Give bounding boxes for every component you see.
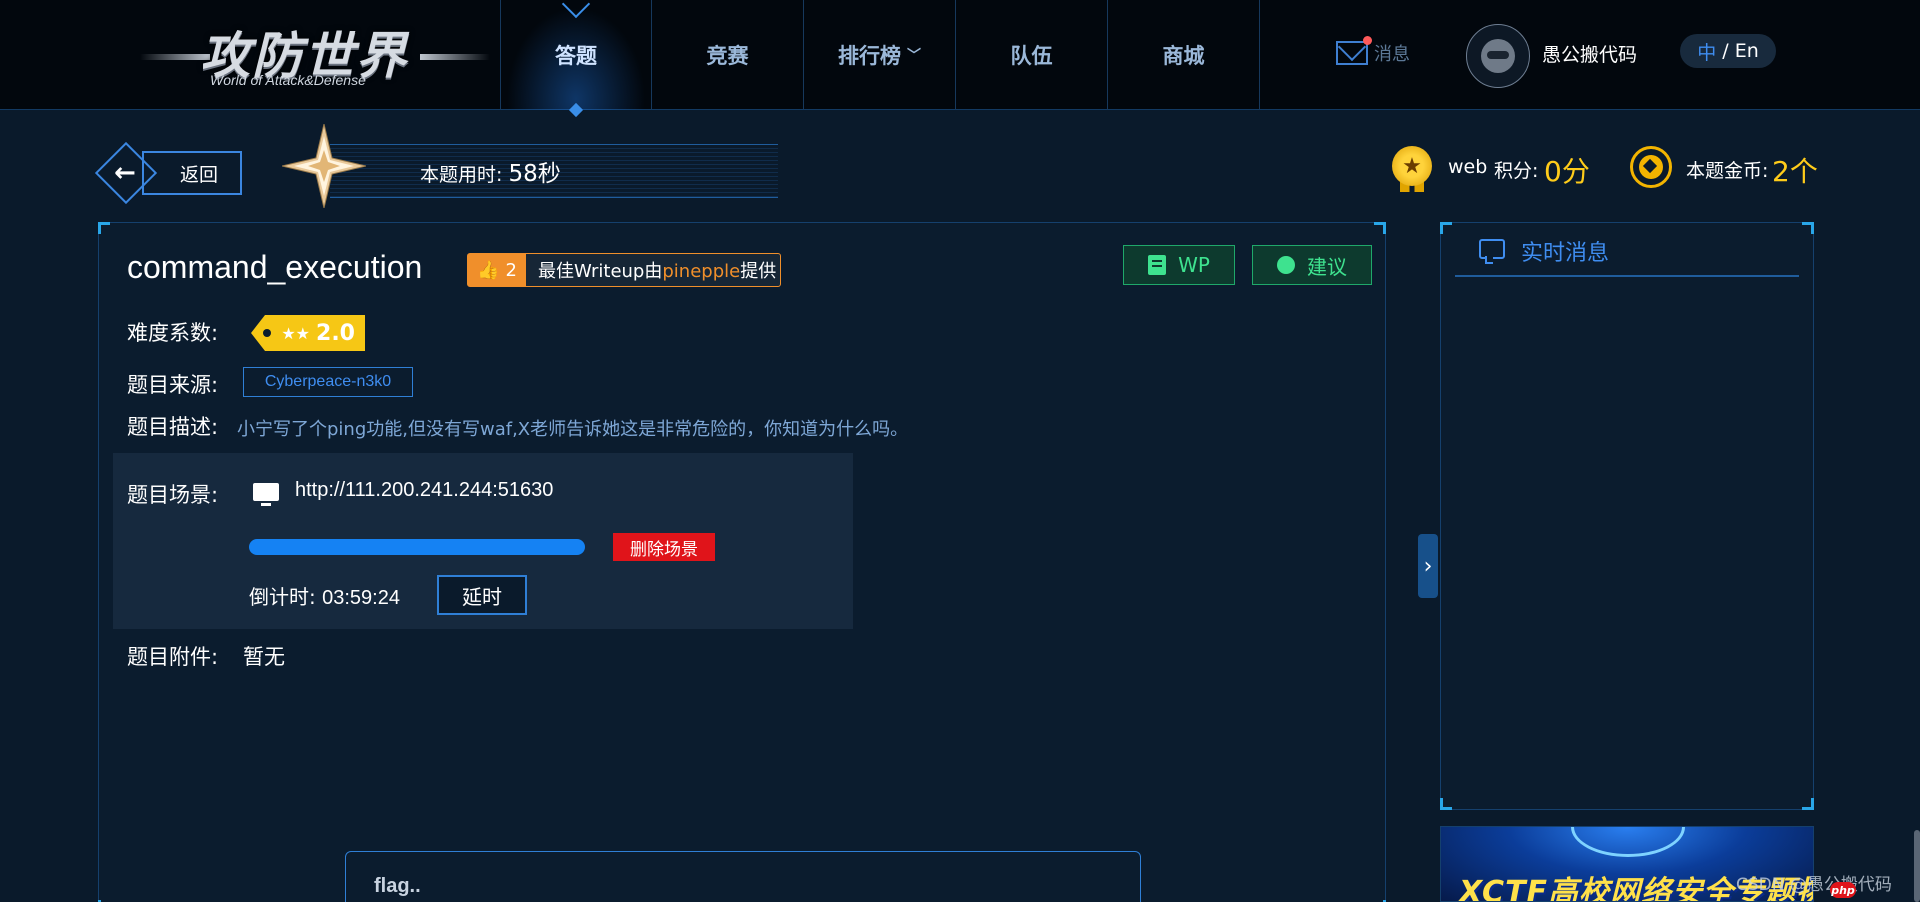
nav-item-shop[interactable]: 商城	[1108, 0, 1260, 110]
scene-box: 题目场景: http://111.200.241.244:51630 删除场景 …	[113, 453, 853, 629]
writeup-author[interactable]: pinepple	[662, 261, 740, 282]
scene-label: 题目场景:	[127, 483, 219, 507]
document-icon	[1148, 255, 1167, 275]
lightbulb-icon	[1277, 256, 1295, 274]
source-tag[interactable]: Cyberpeace-n3k0	[243, 367, 413, 397]
challenge-panel: command_execution 👍 2 最佳Writeup由pinepple…	[98, 222, 1386, 902]
lang-zh[interactable]: 中	[1697, 38, 1716, 65]
corner-decoration	[1440, 222, 1452, 234]
time-used: 本题用时: 58秒	[420, 154, 561, 188]
top-navbar: 攻防世界 World of Attack&Defense 答题 竞赛 排行榜 ﹀…	[0, 0, 1920, 118]
avatar[interactable]	[1466, 24, 1530, 88]
scene-url[interactable]: http://111.200.241.244:51630	[295, 479, 553, 502]
nav-item-label: 队伍	[1010, 44, 1053, 68]
coin-value: 2个	[1772, 155, 1818, 188]
language-switch[interactable]: 中 / En	[1680, 34, 1776, 68]
writeup-suffix: 提供	[740, 261, 777, 282]
chat-icon	[1479, 239, 1505, 264]
chevron-down-icon: ﹀	[907, 48, 921, 64]
difficulty-value: 2.0	[316, 320, 355, 346]
watermark: CSDN @愚公搬代码	[1736, 875, 1892, 895]
logo-subtitle: World of Attack&Defense	[210, 72, 366, 88]
nav-item-label: 商城	[1162, 44, 1205, 68]
username[interactable]: 愚公搬代码	[1542, 40, 1637, 67]
description-label: 题目描述:	[127, 415, 219, 439]
difficulty-label: 难度系数:	[127, 321, 219, 345]
nav-item-team[interactable]: 队伍	[956, 0, 1108, 110]
suggest-button[interactable]: 建议	[1252, 245, 1372, 285]
best-writeup-text: 最佳Writeup由pinepple提供	[538, 257, 776, 283]
active-indicator-icon	[561, 0, 591, 19]
nav-item-label: 竞赛	[706, 44, 749, 68]
best-writeup-badge[interactable]: 👍 2 最佳Writeup由pinepple提供	[467, 253, 781, 287]
score-value: 0分	[1544, 155, 1590, 188]
corner-decoration	[1802, 798, 1814, 810]
corner-decoration	[1374, 222, 1386, 234]
score-label: 积分:	[1494, 160, 1539, 182]
delete-scene-button[interactable]: 删除场景	[613, 533, 715, 561]
scrollbar-thumb[interactable]	[1914, 830, 1920, 902]
messages-label: 消息	[1374, 44, 1410, 65]
logo-wing-right	[420, 54, 490, 60]
scene-progress-bar	[249, 539, 585, 555]
site-logo[interactable]: 攻防世界 World of Attack&Defense	[140, 14, 490, 94]
countdown-label: 倒计时:	[249, 585, 323, 609]
nav-item-ranking[interactable]: 排行榜 ﹀	[804, 0, 956, 110]
attachment-label: 题目附件:	[127, 645, 219, 669]
challenge-title: command_execution	[127, 249, 423, 285]
like-count-value: 2	[505, 259, 517, 281]
like-count[interactable]: 👍 2	[468, 254, 526, 286]
arrow-left-icon: ←	[114, 158, 136, 188]
flag-input[interactable]	[345, 851, 1141, 902]
lang-separator: /	[1716, 40, 1735, 62]
star-icon: ★★	[281, 323, 311, 343]
lang-en[interactable]: En	[1735, 40, 1759, 62]
envelope-icon	[1336, 36, 1372, 65]
nav-item-answer[interactable]: 答题	[500, 0, 652, 118]
corner-decoration	[98, 222, 110, 234]
nav-item-label: 答题	[555, 44, 597, 68]
score-medal-icon: ★	[1392, 146, 1432, 192]
notification-dot-icon	[1363, 36, 1372, 45]
chevron-right-icon[interactable]: ›	[1418, 534, 1438, 598]
back-label: 返回	[142, 151, 242, 195]
php-logo-icon: php	[1830, 882, 1856, 898]
source-label: 题目来源:	[127, 373, 219, 397]
realtime-messages-panel: 实时消息	[1440, 222, 1814, 810]
banner-ring-decoration	[1571, 827, 1685, 857]
attachment-value: 暂无	[243, 645, 285, 669]
monitor-icon	[253, 483, 279, 506]
difficulty-tag: ★★ 2.0	[251, 315, 365, 351]
realtime-messages-title: 实时消息	[1521, 241, 1610, 266]
countdown-value: 03:59:24	[322, 587, 400, 609]
time-used-label: 本题用时:	[420, 164, 509, 186]
divider	[1455, 275, 1799, 277]
wp-button[interactable]: WP	[1123, 245, 1235, 285]
writeup-prefix: 最佳Writeup由	[538, 261, 663, 282]
thumbs-up-icon: 👍	[477, 259, 500, 281]
corner-decoration	[1802, 222, 1814, 234]
countdown: 倒计时: 03:59:24	[249, 581, 400, 610]
time-used-value: 58秒	[508, 161, 561, 187]
compass-star-icon	[282, 124, 366, 208]
score-category: web	[1448, 156, 1488, 178]
suggest-button-label: 建议	[1307, 254, 1347, 279]
ninja-avatar-icon	[1481, 39, 1515, 73]
scrollbar-track[interactable]	[1914, 110, 1920, 902]
corner-decoration	[1440, 798, 1452, 810]
extend-time-button[interactable]: 延时	[437, 575, 527, 615]
back-button[interactable]: ← 返回	[94, 141, 242, 205]
messages-link[interactable]: 消息	[1336, 36, 1410, 66]
coin-icon	[1630, 146, 1672, 188]
main-nav: 答题 竞赛 排行榜 ﹀ 队伍 商城	[500, 0, 1260, 118]
wp-button-label: WP	[1178, 253, 1210, 277]
scene-progress-fill	[249, 539, 585, 555]
active-diamond-icon	[568, 102, 584, 118]
nav-item-label: 排行榜	[838, 44, 901, 68]
nav-item-competition[interactable]: 竞赛	[652, 0, 804, 110]
description-text: 小宁写了个ping功能,但没有写waf,X老师告诉她这是非常危险的，你知道为什么…	[237, 419, 909, 440]
coin-label: 本题金币:	[1686, 160, 1769, 182]
